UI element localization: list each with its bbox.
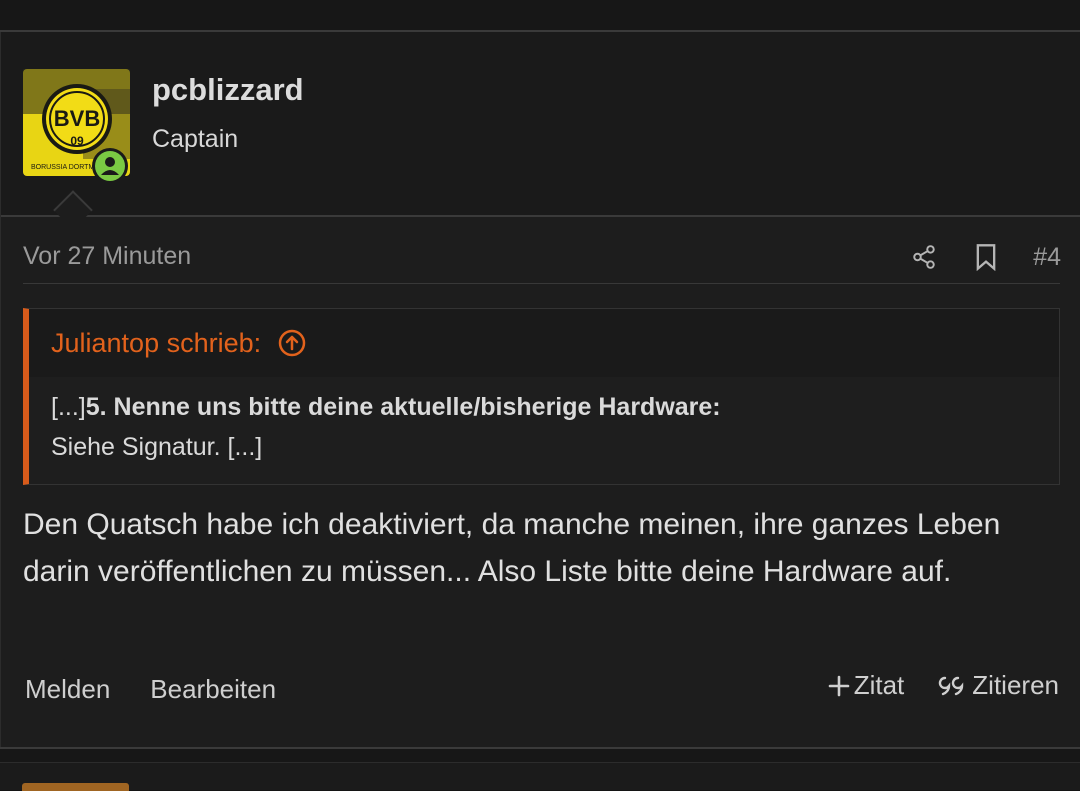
online-status-icon (92, 148, 128, 184)
quote-bold-text: 5. Nenne uns bitte deine aktuelle/bisher… (85, 393, 721, 421)
post-content: Den Quatsch habe ich deaktiviert, da man… (23, 508, 1001, 588)
next-post-avatar[interactable] (22, 783, 129, 791)
next-post (0, 762, 1080, 790)
svg-text:BVB: BVB (54, 106, 100, 131)
post-actions: #4 (879, 237, 1061, 277)
share-icon (913, 245, 935, 269)
bookmark-button[interactable] (969, 240, 1003, 274)
post-time[interactable]: Vor 27 Minuten (23, 242, 191, 271)
post-footer-left: Melden Bearbeiten (23, 672, 314, 707)
quote-icon (939, 676, 964, 695)
quote-block: Juliantop schrieb: [...]5. Nenne uns bit… (23, 308, 1060, 485)
divider (23, 283, 1060, 284)
divider (1, 215, 1080, 217)
post-number[interactable]: #4 (1033, 243, 1061, 272)
quote-body: [...]5. Nenne uns bitte deine aktuelle/b… (29, 377, 1059, 484)
top-bar (0, 0, 1080, 30)
quote-button[interactable]: Zitieren (938, 670, 1059, 701)
forum-post: BVB 09 BORUSSIA DORTMUND pcblizzard Capt… (0, 32, 1080, 747)
share-button[interactable] (907, 240, 941, 274)
user-rank: Captain (152, 125, 239, 153)
quote-header: Juliantop schrieb: (51, 325, 307, 361)
quote-label: Zitieren (972, 670, 1059, 700)
add-quote-button[interactable]: Zitat (828, 670, 905, 701)
post-author-header (1, 32, 1080, 215)
report-link[interactable]: Melden (23, 672, 112, 707)
quote-prefix: [...] (51, 393, 86, 421)
post-footer-right: Zitat Zitieren (794, 670, 1059, 701)
username[interactable]: pcblizzard (152, 72, 304, 108)
quote-line-1: [...]5. Nenne uns bitte deine aktuelle/b… (51, 393, 721, 422)
plus-icon (828, 675, 850, 696)
add-quote-label: Zitat (853, 670, 905, 700)
quote-line-2: Siehe Signatur. [...] (51, 433, 263, 461)
edit-link[interactable]: Bearbeiten (148, 672, 278, 707)
avatar[interactable]: BVB 09 BORUSSIA DORTMUND (23, 69, 130, 184)
svg-text:09: 09 (70, 134, 84, 148)
quote-author[interactable]: Juliantop schrieb: (51, 328, 261, 359)
bookmark-icon (976, 244, 996, 271)
arrow-up-circle-icon[interactable] (277, 328, 307, 358)
